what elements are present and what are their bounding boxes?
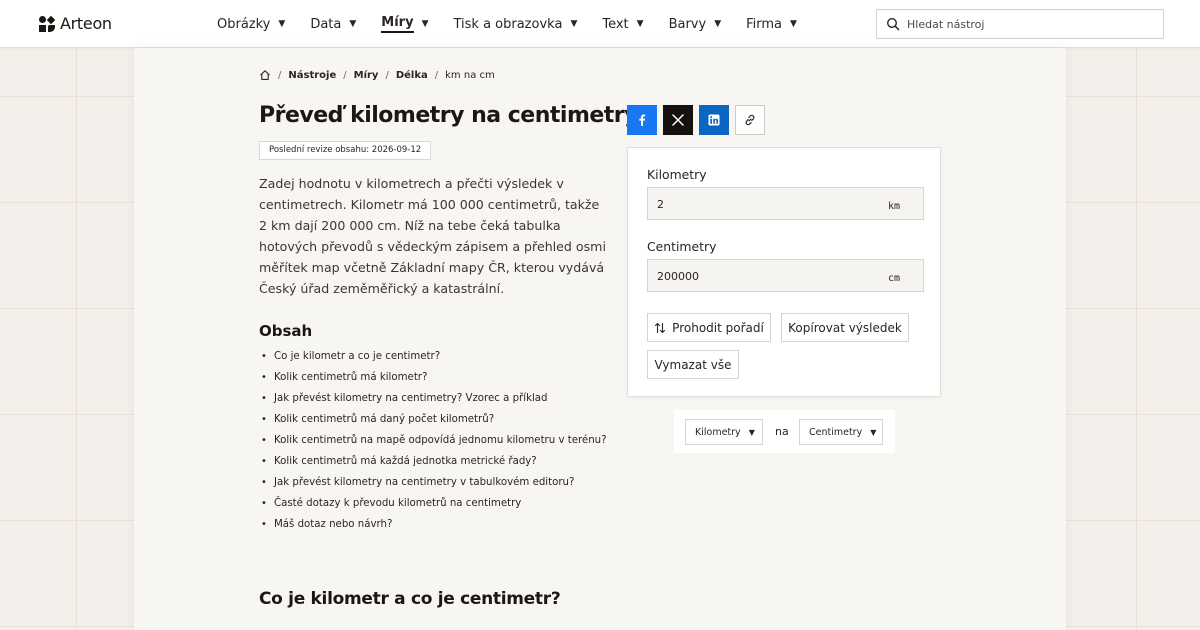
share-buttons [627, 105, 765, 135]
breadcrumb: / Nástroje / Míry / Délka / km na cm [259, 69, 495, 81]
connector-label: na [775, 425, 789, 438]
logo-mark-icon [39, 15, 56, 32]
breadcrumb-item-miry[interactable]: Míry [354, 70, 379, 81]
breadcrumb-separator: / [278, 69, 282, 81]
top-header: Arteon Obrázky ▼ Data ▼ Míry ▼ Tisk a ob… [0, 0, 1200, 48]
breadcrumb-separator: / [343, 69, 347, 81]
breadcrumb-item-nastroje[interactable]: Nástroje [288, 70, 336, 81]
from-unit-select[interactable]: Kilometry ▼ [685, 419, 763, 445]
toc-item[interactable]: Kolik centimetrů na mapě odpovídá jednom… [259, 432, 607, 453]
chevron-down-icon: ▼ [570, 19, 578, 29]
facebook-icon [639, 114, 646, 126]
search-box [876, 9, 1164, 39]
share-facebook-button[interactable] [627, 105, 657, 135]
chevron-down-icon: ▼ [790, 19, 797, 29]
kilometers-input[interactable] [657, 197, 857, 211]
breadcrumb-current: km na cm [445, 69, 495, 81]
logo[interactable]: Arteon [39, 14, 112, 33]
breadcrumb-separator: / [385, 69, 389, 81]
clear-all-button[interactable]: Vymazat vše [647, 350, 739, 379]
x-icon [672, 114, 684, 126]
from-field: km [647, 187, 924, 220]
to-unit-select[interactable]: Centimetry ▼ [799, 419, 883, 445]
from-unit: km [887, 201, 900, 212]
toc-item[interactable]: Kolik centimetrů má každá jednotka metri… [259, 453, 607, 474]
breadcrumb-separator: / [434, 69, 439, 81]
search-icon [886, 17, 900, 31]
section-heading: Co je kilometr a co je centimetr? [259, 589, 561, 609]
nav-label: Text [602, 16, 629, 32]
nav-label: Obrázky [217, 16, 271, 32]
breadcrumb-item-delka[interactable]: Délka [396, 70, 428, 81]
toc-item[interactable]: Časté dotazy k převodu kilometrů na cent… [259, 495, 607, 516]
logo-text: Arteon [60, 14, 112, 33]
nav-label: Data [310, 16, 342, 32]
chevron-down-icon: ▼ [870, 427, 877, 437]
nav-item-firma[interactable]: Firma ▼ [746, 17, 797, 32]
nav-item-text[interactable]: Text ▼ [602, 17, 643, 32]
swap-arrows-icon [655, 322, 666, 333]
main-nav: Obrázky ▼ Data ▼ Míry ▼ Tisk a obrazovka… [217, 0, 797, 48]
toc-item[interactable]: Kolik centimetrů má kilometr? [259, 369, 607, 390]
revision-badge: Poslední revize obsahu: 2026-09-12 [259, 141, 432, 160]
converter-card: Kilometry km Centimetry cm Prohodit pořa… [627, 147, 941, 397]
link-icon [745, 114, 755, 126]
toc-item[interactable]: Kolik centimetrů má daný počet kilometrů… [259, 411, 607, 432]
to-field: cm [647, 259, 924, 292]
to-label: Centimetry [647, 239, 717, 254]
chevron-down-icon: ▼ [421, 19, 429, 29]
page-title: Převeď kilometry na centimetry [259, 103, 639, 128]
nav-label: Firma [746, 16, 783, 32]
nav-item-miry[interactable]: Míry ▼ [381, 15, 428, 33]
chevron-down-icon: ▼ [636, 19, 644, 29]
nav-label: Tisk a obrazovka [453, 16, 563, 32]
nav-item-obrazky[interactable]: Obrázky ▼ [217, 17, 285, 32]
swap-label: Prohodit pořadí [672, 320, 764, 335]
to-unit: cm [887, 273, 900, 284]
copy-result-button[interactable]: Kopírovat výsledek [781, 313, 909, 342]
search-input[interactable] [907, 16, 1147, 32]
chevron-down-icon: ▼ [278, 19, 286, 29]
unit-selector: Kilometry ▼ na Centimetry ▼ [674, 410, 895, 453]
copy-link-button[interactable] [735, 105, 765, 135]
table-of-contents: Co je kilometr a co je centimetr? Kolik … [259, 348, 607, 537]
toc-item[interactable]: Jak převést kilometry na centimetry v ta… [259, 474, 607, 495]
home-icon[interactable] [259, 69, 271, 81]
toc-title: Obsah [259, 322, 313, 340]
chevron-down-icon: ▼ [349, 19, 357, 29]
chevron-down-icon: ▼ [714, 19, 722, 29]
swap-button[interactable]: Prohodit pořadí [647, 313, 771, 342]
toc-item[interactable]: Máš dotaz nebo návrh? [259, 516, 607, 537]
share-linkedin-button[interactable] [699, 105, 729, 135]
nav-item-tisk[interactable]: Tisk a obrazovka ▼ [453, 17, 577, 32]
intro-paragraph: Zadej hodnotu v kilometrech a přečti výs… [259, 176, 606, 296]
from-unit-selected: Kilometry [695, 426, 741, 438]
from-label: Kilometry [647, 167, 707, 182]
centimeters-input[interactable] [657, 269, 857, 283]
nav-item-data[interactable]: Data ▼ [310, 17, 356, 32]
toc-item[interactable]: Co je kilometr a co je centimetr? [259, 348, 607, 369]
toc-item[interactable]: Jak převést kilometry na centimetry? Vzo… [259, 390, 607, 411]
nav-label: Míry [381, 15, 414, 33]
nav-label: Barvy [668, 16, 707, 32]
linkedin-icon [708, 114, 720, 126]
to-unit-selected: Centimetry [809, 426, 863, 438]
share-x-button[interactable] [663, 105, 693, 135]
nav-item-barvy[interactable]: Barvy ▼ [669, 17, 722, 32]
chevron-down-icon: ▼ [748, 427, 755, 437]
